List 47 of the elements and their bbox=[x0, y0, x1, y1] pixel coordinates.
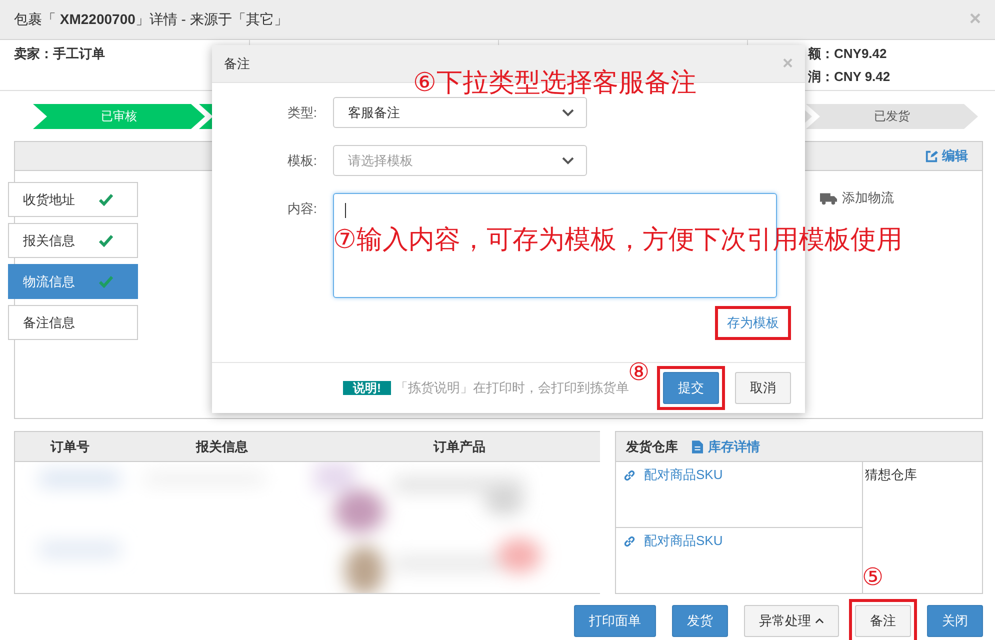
pair-sku-link[interactable]: 配对商品SKU bbox=[623, 466, 723, 484]
progress-step: 已发货 bbox=[806, 104, 978, 129]
dialog-title: 备注 bbox=[224, 54, 250, 72]
column-header: 报关信息 bbox=[194, 438, 249, 456]
field-label: 模板: bbox=[286, 152, 318, 170]
pair-sku-link[interactable]: 配对商品SKU bbox=[623, 532, 723, 550]
note-text: 「拣货说明」在打印时，会打印到拣货单 bbox=[395, 379, 629, 397]
column-header: 订单号 bbox=[49, 438, 90, 456]
window-title: 包裹「 XM2200700」详情 - 来源于「其它」 bbox=[14, 10, 288, 28]
field-label: 类型: bbox=[286, 104, 318, 122]
field-label: 内容: bbox=[286, 200, 318, 218]
select-field[interactable]: 客服备注 bbox=[333, 97, 587, 128]
sidebar-tab[interactable]: 物流信息 bbox=[8, 264, 138, 299]
caret-icon bbox=[815, 618, 824, 624]
action-button[interactable]: 发货 bbox=[672, 605, 728, 637]
note-badge: 说明! bbox=[343, 381, 391, 395]
dialog-button[interactable]: 提交 bbox=[663, 372, 719, 404]
seller-label: 卖家：手工订单 bbox=[14, 45, 106, 63]
document-icon bbox=[692, 440, 703, 454]
truck-icon bbox=[820, 192, 837, 204]
action-button[interactable]: 备注 bbox=[855, 605, 911, 637]
add-logistics-link[interactable]: 添加物流 bbox=[820, 189, 894, 207]
column-header: 订单产品 bbox=[432, 438, 486, 456]
action-button[interactable]: 关闭 bbox=[927, 605, 983, 637]
step-number: ⑤ bbox=[862, 566, 884, 590]
stock-details-link[interactable]: 库存详情 bbox=[692, 438, 760, 456]
warehouse-name: 猜想仓库 bbox=[865, 467, 917, 482]
step-number: ⑧ bbox=[628, 361, 650, 385]
sidebar-tab[interactable]: 报关信息 bbox=[8, 223, 138, 258]
annotation-text: ⑥下拉类型选择客服备注 bbox=[413, 69, 696, 95]
sidebar-tab[interactable]: 备注信息 bbox=[8, 305, 138, 340]
action-button[interactable]: 异常处理 bbox=[744, 605, 839, 637]
link-icon bbox=[623, 534, 636, 548]
sidebar-tab[interactable]: 收货地址 bbox=[8, 182, 138, 217]
select-field[interactable]: 请选择模板 bbox=[333, 145, 587, 176]
chevron-down-icon bbox=[562, 108, 574, 116]
progress-step: 已审核 bbox=[33, 104, 205, 129]
edit-icon bbox=[925, 150, 938, 162]
dialog-button[interactable]: 取消 bbox=[735, 372, 791, 404]
save-template-link[interactable]: 存为模板 bbox=[715, 306, 791, 340]
link-icon bbox=[623, 468, 636, 482]
amount-text: 额：CNY9.42 bbox=[808, 45, 888, 63]
chevron-down-icon bbox=[562, 156, 574, 164]
action-button[interactable]: 打印面单 bbox=[574, 605, 656, 637]
amount-text: 润：CNY 9.42 bbox=[808, 68, 892, 86]
warehouse-header: 发货仓库 bbox=[626, 438, 678, 456]
edit-link[interactable]: 编辑 bbox=[925, 147, 968, 165]
